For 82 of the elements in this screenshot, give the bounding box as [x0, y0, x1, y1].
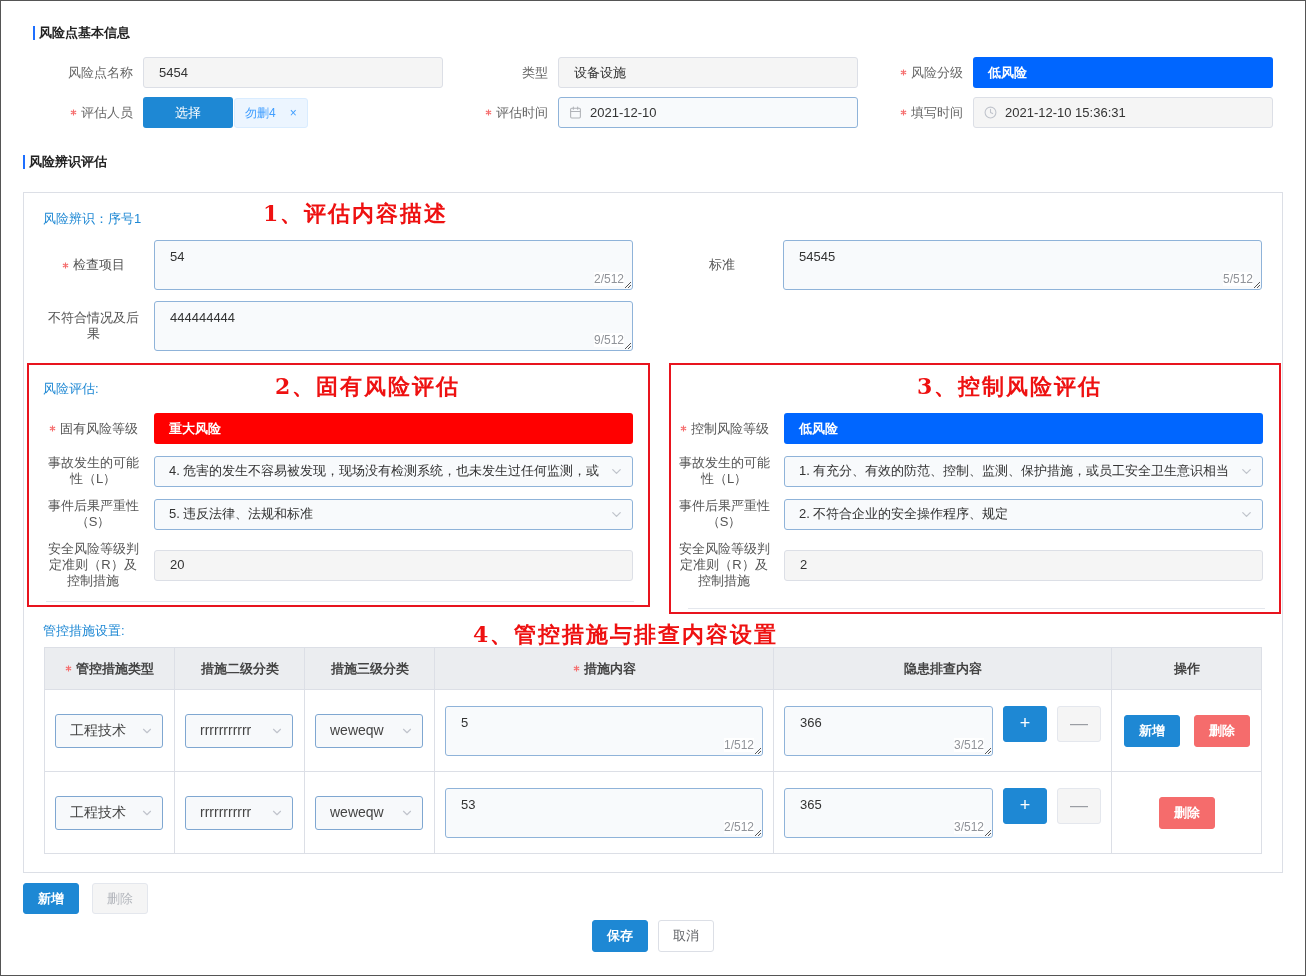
risk-level-field[interactable]: 低风险 — [973, 57, 1273, 88]
section-title: 风险辨识评估 — [23, 155, 107, 169]
field-label: 评估人员 — [81, 103, 133, 122]
column-header: 隐患排查内容 — [903, 659, 982, 678]
field-label: 类型 — [522, 63, 548, 82]
select-field[interactable]: rrrrrrrrrrr — [185, 795, 293, 830]
field-label: 填写时间 — [911, 103, 963, 122]
calendar-icon — [569, 106, 582, 119]
text-field[interactable]: 5454 — [143, 57, 443, 88]
clock-icon — [984, 106, 997, 119]
subsection-title: 管控措施设置: — [43, 623, 125, 638]
text-area[interactable]: 53 2/512 — [445, 787, 763, 838]
section-title: 风险点基本信息 — [33, 26, 130, 40]
select-field[interactable]: 工程技术 — [55, 795, 163, 830]
column-header: 措施内容 — [583, 659, 636, 678]
field-label: 评估时间 — [496, 103, 548, 122]
field-label: 风险点名称 — [68, 63, 133, 82]
text-area[interactable]: 444444444 9/512 — [154, 301, 633, 351]
risk-level-field[interactable]: 低风险 — [784, 413, 1263, 444]
field-label: 风险分级 — [911, 63, 963, 82]
field-label: 事故发生的可能性（L） — [678, 455, 770, 487]
annotation-text: 3、控制风险评估 — [917, 372, 1103, 400]
column-header: 管控措施类型 — [76, 659, 154, 678]
column-header: 措施二级分类 — [200, 659, 279, 678]
field-label: 标准 — [709, 257, 735, 273]
row-control-button[interactable]: + — [1003, 705, 1047, 742]
resize-handle-icon — [624, 281, 631, 288]
resize-handle-icon — [984, 828, 991, 836]
column-header: 措施三级分类 — [330, 659, 409, 678]
text-area[interactable]: 366 3/512 — [784, 705, 993, 756]
select-field[interactable]: 5. 违反法律、法规和标准 — [154, 498, 633, 530]
text-area[interactable]: 5 1/512 — [445, 705, 763, 756]
risk-level-field[interactable]: 重大风险 — [154, 413, 633, 444]
text-area[interactable]: 54 2/512 — [154, 240, 633, 290]
select-field[interactable]: 2. 不符合企业的安全操作程序、规定 — [784, 498, 1263, 530]
annotation-text: 4、管控措施与排查内容设置 — [473, 623, 779, 645]
character-counter: 1/512 — [723, 737, 754, 752]
character-counter: 2/512 — [593, 272, 624, 286]
text-area[interactable]: 54545 5/512 — [783, 240, 1262, 290]
resize-handle-icon — [1253, 281, 1260, 288]
resize-handle-icon — [984, 746, 991, 754]
tag-label: 勿删4 — [245, 104, 276, 122]
action-button[interactable]: 新增 — [23, 883, 79, 914]
subsection-title: 风险辨识：序号1 — [43, 211, 142, 226]
character-counter: 2/512 — [723, 819, 754, 834]
column-header: 操作 — [1173, 659, 1200, 678]
action-button[interactable]: 取消 — [658, 920, 714, 952]
action-button[interactable]: 新增 — [1123, 714, 1180, 747]
date-field[interactable]: 2021-12-10 — [558, 97, 858, 128]
select-field[interactable]: 4. 危害的发生不容易被发现，现场没有检测系统，也未发生过任何监测，或 — [154, 455, 633, 487]
datetime-field[interactable]: 2021-12-10 15:36:31 — [973, 97, 1273, 128]
select-field[interactable]: rrrrrrrrrrr — [185, 713, 293, 748]
annotation-text: 2、固有风险评估 — [275, 372, 461, 400]
field-label: 固有风险等级 — [59, 420, 138, 437]
field-label: 不符合情况及后果 — [47, 310, 139, 342]
select-field[interactable]: weweqw — [315, 795, 423, 830]
annotation-text: 1、评估内容描述 — [263, 199, 449, 227]
character-counter: 3/512 — [953, 819, 984, 834]
text-area[interactable]: 365 3/512 — [784, 787, 993, 838]
subsection-title: 风险评估: — [43, 381, 99, 396]
text-field[interactable]: 设备设施 — [558, 57, 858, 88]
row-control-button[interactable]: + — [1003, 787, 1047, 824]
action-button[interactable]: 保存 — [592, 920, 648, 952]
field-label: 事件后果严重性（S） — [678, 498, 770, 530]
resize-handle-icon — [624, 342, 631, 349]
select-button[interactable]: 选择 — [143, 97, 233, 128]
select-field[interactable]: 1. 有充分、有效的防范、控制、监测、保护措施，或员工安全卫生意识相当 — [784, 455, 1263, 487]
field-label: 检查项目 — [72, 257, 125, 273]
character-counter: 3/512 — [953, 737, 984, 752]
character-counter: 5/512 — [1222, 272, 1253, 286]
field-label: 事件后果严重性（S） — [47, 498, 139, 530]
field-label: 控制风险等级 — [690, 420, 769, 437]
text-field[interactable]: 20 — [154, 549, 633, 581]
select-field[interactable]: weweqw — [315, 713, 423, 748]
character-counter: 9/512 — [593, 333, 624, 347]
select-field[interactable]: 工程技术 — [55, 713, 163, 748]
text-field[interactable]: 2 — [784, 549, 1263, 581]
field-label: 安全风险等级判定准则（R）及控制措施 — [678, 541, 770, 589]
resize-handle-icon — [754, 746, 761, 754]
resize-handle-icon — [754, 828, 761, 836]
field-label: 安全风险等级判定准则（R）及控制措施 — [47, 541, 139, 589]
field-label: 事故发生的可能性（L） — [47, 455, 139, 487]
